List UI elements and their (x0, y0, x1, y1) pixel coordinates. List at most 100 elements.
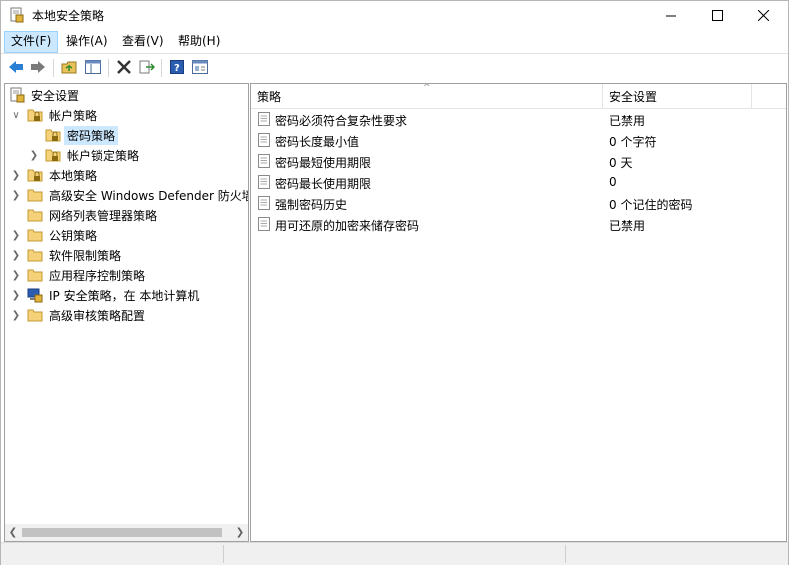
close-icon (757, 9, 769, 21)
policy-setting-value: 0 个记住的密码 (609, 198, 693, 212)
help-icon: ? (170, 60, 184, 74)
back-button[interactable] (7, 58, 25, 76)
scroll-right-icon[interactable]: ❯ (233, 525, 247, 539)
policy-row[interactable]: 密码长度最小值 0 个字符 (251, 130, 786, 151)
tree-node-label: IP 安全策略，在 本地计算机 (49, 288, 200, 303)
tree-node-label: 高级安全 Windows Defender 防火墙 (49, 188, 249, 203)
export-list-button[interactable] (138, 58, 156, 76)
maximize-button[interactable] (694, 1, 740, 29)
policy-setting-value: 已禁用 (609, 114, 646, 128)
tree-node-label: 软件限制策略 (49, 248, 122, 263)
expand-chevron-icon[interactable]: ❯ (10, 189, 22, 201)
policy-row[interactable]: 密码最长使用期限 0 (251, 172, 786, 193)
menu-action[interactable]: 操作(A) (60, 31, 114, 51)
tree-node-label: 密码策略 (63, 125, 119, 145)
tree-node[interactable]: ❯ 软件限制策略 (10, 245, 123, 265)
svg-text:?: ? (174, 63, 180, 74)
forward-button[interactable] (29, 58, 47, 76)
folder-icon (27, 267, 43, 283)
policy-name: 密码最短使用期限 (275, 156, 372, 170)
tree-node[interactable]: ❯ 帐户锁定策略 (28, 145, 141, 165)
tree-node[interactable]: 安全设置 (9, 85, 81, 105)
window-title: 本地安全策略 (32, 9, 105, 23)
properties-icon (192, 60, 208, 74)
tree-node-label: 帐户策略 (49, 108, 98, 123)
sort-ascending-icon: ^ (423, 83, 431, 93)
tree-node[interactable]: ❯ 公钥策略 (10, 225, 99, 245)
scrollbar-thumb[interactable] (22, 528, 222, 537)
expand-chevron-icon[interactable]: ❯ (10, 309, 22, 321)
minimize-icon (665, 15, 676, 16)
console-tree-icon (85, 60, 101, 74)
delete-button[interactable] (115, 58, 133, 76)
column-divider[interactable] (751, 84, 752, 108)
folder-icon (27, 187, 43, 203)
status-divider (565, 545, 566, 563)
tree-node-label: 网络列表管理器策略 (49, 208, 158, 223)
folder-icon (27, 247, 43, 263)
up-one-level-button[interactable] (60, 58, 78, 76)
tree-node[interactable]: 网络列表管理器策略 (10, 205, 159, 225)
tree-node[interactable]: ❯ 高级审核策略配置 (10, 305, 147, 325)
folder-lock-icon (45, 127, 61, 143)
folder-lock-icon (27, 107, 43, 123)
policy-list: 策略 ^ 安全设置 密码必须符合复杂性要求 已禁用 密码长度最小值 0 个字符 密码最短… (250, 83, 787, 542)
policy-document-icon (258, 112, 272, 127)
menu-bar: 文件(F) 操作(A) 查看(V) 帮助(H) (1, 30, 788, 53)
security-settings-icon (9, 87, 25, 103)
expand-chevron-icon[interactable]: ❯ (28, 149, 40, 161)
column-header-setting[interactable]: 安全设置 (603, 84, 749, 108)
expand-chevron-icon[interactable]: ❯ (10, 169, 22, 181)
folder-up-icon (61, 61, 77, 74)
policy-row[interactable]: 强制密码历史 0 个记住的密码 (251, 193, 786, 214)
tree-node[interactable]: 密码策略 (28, 125, 119, 145)
tree-node[interactable]: ❯ 高级安全 Windows Defender 防火墙 (10, 185, 249, 205)
tree-node[interactable]: ❯ 本地策略 (10, 165, 99, 185)
tree-node-label: 本地策略 (49, 168, 98, 183)
policy-document-icon (258, 196, 272, 211)
policy-row[interactable]: 密码必须符合复杂性要求 已禁用 (251, 109, 786, 130)
tree-node[interactable]: ❯ 应用程序控制策略 (10, 265, 147, 285)
minimize-button[interactable] (648, 1, 694, 29)
menu-file[interactable]: 文件(F) (4, 31, 59, 53)
show-hide-console-tree-button[interactable] (84, 58, 102, 76)
app-window: 本地安全策略 文件(F) 操作(A) 查看(V) 帮助(H) ? 安全设置 ∨ … (0, 0, 789, 565)
expand-chevron-icon[interactable]: ❯ (10, 229, 22, 241)
status-bar (1, 542, 788, 565)
tree-node[interactable]: ❯ IP 安全策略，在 本地计算机 (10, 285, 201, 305)
policy-row[interactable]: 用可还原的加密来储存密码 已禁用 (251, 214, 786, 235)
back-arrow-icon (9, 61, 23, 73)
close-button[interactable] (740, 1, 786, 29)
console-tree: 安全设置 ∨ 帐户策略密码策略 ❯ 帐户锁定策略 ❯ 本地策略 ❯ 高级安全 Windows D… (4, 83, 249, 542)
tree-node[interactable]: ∨ 帐户策略 (10, 105, 99, 125)
policy-name: 密码必须符合复杂性要求 (275, 114, 408, 128)
tree-node-label: 应用程序控制策略 (49, 268, 146, 283)
toolbar-separator (53, 59, 54, 77)
menu-help[interactable]: 帮助(H) (172, 31, 226, 51)
policy-setting-value: 0 个字符 (609, 135, 657, 149)
tree-node-label: 高级审核策略配置 (49, 308, 146, 323)
expand-chevron-icon[interactable]: ❯ (10, 249, 22, 261)
collapse-chevron-icon[interactable]: ∨ (10, 109, 22, 121)
folder-icon (27, 207, 43, 223)
folder-lock-icon (45, 147, 61, 163)
properties-button[interactable] (191, 58, 209, 76)
expand-chevron-icon[interactable]: ❯ (10, 289, 22, 301)
policy-name: 用可还原的加密来储存密码 (275, 219, 420, 233)
menu-view[interactable]: 查看(V) (116, 31, 170, 51)
scroll-left-icon[interactable]: ❮ (6, 525, 20, 539)
expand-chevron-icon[interactable]: ❯ (10, 269, 22, 281)
list-header: 策略 ^ 安全设置 (251, 84, 786, 109)
policy-document-icon (258, 154, 272, 169)
horizontal-scrollbar[interactable]: ❮ ❯ (5, 524, 248, 541)
policy-name: 强制密码历史 (275, 198, 348, 212)
help-button[interactable]: ? (168, 58, 186, 76)
tree-node-label: 帐户锁定策略 (67, 148, 140, 163)
policy-row[interactable]: 密码最短使用期限 0 天 (251, 151, 786, 172)
folder-icon (27, 307, 43, 323)
toolbar-separator (161, 59, 162, 77)
policy-document-icon (258, 133, 272, 148)
folder-icon (27, 227, 43, 243)
